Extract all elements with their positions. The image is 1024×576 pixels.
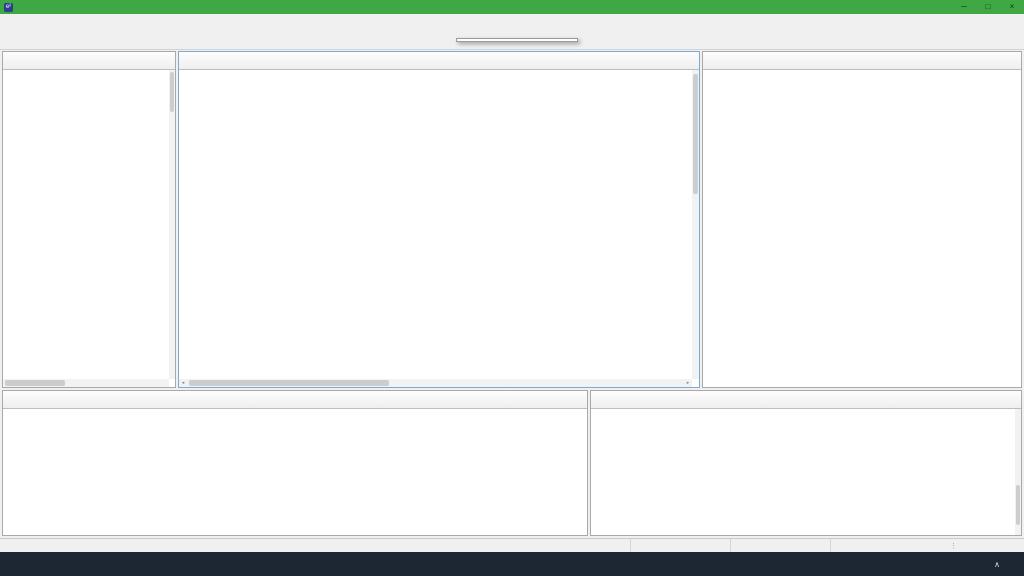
project-explorer-tab-bar (3, 52, 175, 70)
console-panel (590, 390, 1022, 536)
hidden-icons-chevron[interactable]: ∧ (994, 560, 1000, 569)
window-titlebar[interactable]: e² ─ □ × (0, 0, 1024, 14)
status-progress-icon: ⋮ (950, 542, 957, 550)
scroll-left-icon[interactable]: ◂ (179, 380, 187, 386)
close-button[interactable]: × (1000, 0, 1024, 14)
project-tree[interactable] (3, 70, 169, 379)
console-tab-bar (591, 391, 1021, 409)
windows-taskbar: ∧ (0, 552, 1024, 576)
status-insert-mode (730, 539, 830, 553)
project-tree-vscrollbar[interactable] (169, 70, 175, 379)
maximize-button[interactable]: □ (976, 0, 1000, 14)
minimize-button[interactable]: ─ (952, 0, 976, 14)
editor-vscrollbar[interactable] (692, 70, 699, 379)
properties-table (3, 409, 587, 535)
scroll-right-icon[interactable]: ▸ (684, 380, 692, 386)
system-tray: ∧ (994, 560, 1024, 569)
project-explorer-panel (2, 51, 176, 388)
status-writable (630, 539, 730, 553)
code-editor[interactable] (179, 70, 692, 379)
properties-tab-bar (3, 391, 587, 409)
editor-tab-bar (179, 52, 699, 70)
status-cursor-position[interactable] (830, 539, 930, 553)
app-icon: e² (4, 3, 13, 12)
console-output[interactable] (591, 412, 1021, 414)
console-vscrollbar[interactable] (1015, 409, 1021, 535)
project-tree-hscrollbar[interactable] (3, 379, 169, 387)
fsp-view-message (703, 70, 1021, 80)
editor-panel: ◂ ▸ (178, 51, 700, 388)
desktop: e² ─ □ × ◂ ▸ (0, 0, 1024, 576)
status-bar: ⋮ (0, 538, 1024, 553)
properties-panel (2, 390, 588, 536)
menu-bar (0, 14, 1024, 27)
editor-hscrollbar[interactable]: ◂ ▸ (179, 379, 692, 387)
fsp-visualization-panel (702, 51, 1022, 388)
fsp-tab-bar (703, 52, 1021, 70)
launch-history-menu (456, 38, 578, 42)
